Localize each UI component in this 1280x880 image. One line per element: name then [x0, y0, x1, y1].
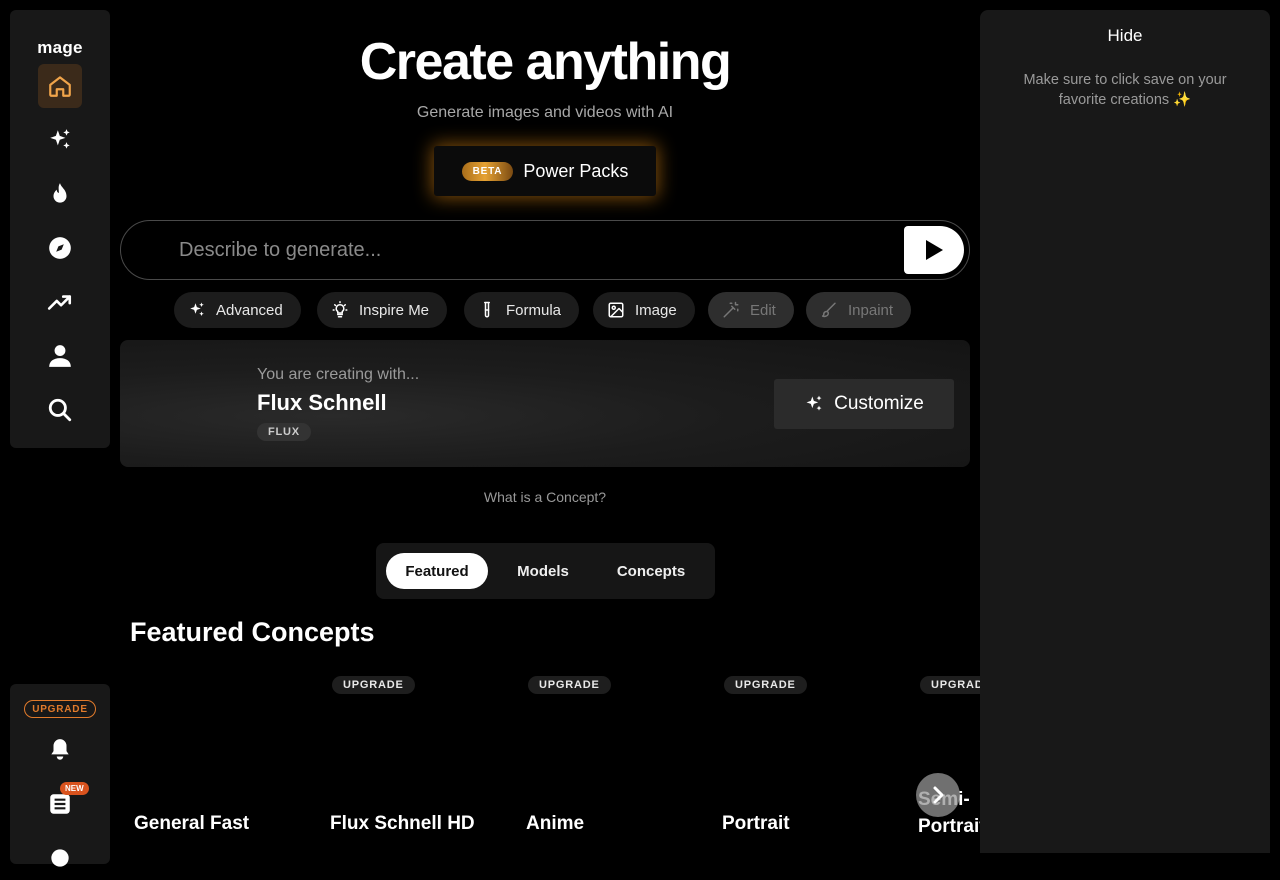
tab-concepts[interactable]: Concepts — [600, 553, 702, 589]
beta-badge: BETA — [461, 161, 514, 181]
sidebar: mage — [10, 10, 110, 448]
nav-trending-button[interactable] — [38, 280, 82, 324]
edit-label: Edit — [750, 301, 776, 319]
carousel-next-button[interactable] — [916, 773, 960, 817]
app-logo[interactable]: mage — [10, 38, 110, 58]
brush-icon — [821, 302, 836, 318]
gear-icon — [51, 849, 69, 867]
section-title: Featured Concepts — [130, 617, 375, 647]
page-subtitle: Generate images and videos with AI — [416, 104, 674, 121]
inpaint-button[interactable]: Inpaint — [806, 292, 912, 328]
nav-search-button[interactable] — [38, 388, 82, 432]
compass-icon — [49, 237, 71, 259]
concept-tag: FLUX — [257, 423, 311, 441]
lightbulb-icon — [332, 301, 348, 318]
advanced-label: Advanced — [216, 301, 283, 319]
trending-icon — [47, 295, 72, 310]
notifications-button[interactable] — [38, 728, 82, 772]
upgrade-badge: UPGRADE — [332, 676, 415, 694]
sidebar-bottom: UPGRADE NEW — [10, 684, 110, 867]
concept-card[interactable]: UPGRADE Flux Schnell HD — [326, 673, 506, 853]
inpaint-label: Inpaint — [848, 301, 894, 319]
fire-icon — [53, 183, 67, 203]
home-icon — [49, 76, 71, 97]
concept-card[interactable]: UPGRADE Portrait — [718, 673, 898, 853]
concept-card-name: General Fast — [134, 813, 250, 834]
upgrade-badge: UPGRADE — [528, 676, 611, 694]
customize-label: Customize — [834, 393, 924, 414]
nav-explore-button[interactable] — [38, 226, 82, 270]
customize-button[interactable]: Customize — [774, 379, 954, 429]
inspire-me-label: Inspire Me — [359, 301, 430, 319]
sparkles-icon — [50, 129, 70, 149]
tab-models[interactable]: Models — [500, 553, 586, 589]
creating-with-label: You are creating with... — [257, 366, 420, 383]
power-packs-label: Power Packs — [523, 160, 629, 181]
current-concept-card: You are creating with... Flux Schnell FL… — [120, 340, 970, 467]
sparkles-icon — [806, 395, 822, 411]
formula-label: Formula — [506, 301, 562, 319]
upgrade-badge: UPGRADE — [920, 676, 980, 694]
concept-name: Flux Schnell — [257, 390, 387, 415]
concept-card-name: Flux Schnell HD — [330, 813, 475, 834]
sparkles-icon — [190, 302, 204, 316]
image-label: Image — [635, 301, 677, 319]
main-content: Create anything Generate images and vide… — [120, 0, 980, 853]
nav-hot-button[interactable] — [38, 172, 82, 216]
upgrade-badge: UPGRADE — [724, 676, 807, 694]
concept-card[interactable]: UPGRADE Semi-Portrait — [914, 673, 980, 853]
concept-card-name: Anime — [526, 813, 585, 834]
concept-card[interactable]: General Fast — [130, 673, 310, 853]
creations-panel: Hide Make sure to click save on your fav… — [980, 10, 1270, 853]
power-packs-button[interactable]: BETA Power Packs — [434, 146, 656, 196]
page-title: Create anything — [359, 33, 732, 91]
inspire-me-button[interactable]: Inspire Me — [317, 292, 448, 328]
search-icon — [48, 398, 72, 422]
formula-button[interactable]: Formula — [464, 292, 580, 328]
settings-button[interactable] — [38, 836, 82, 880]
what-is-concept-link[interactable]: What is a Concept? — [120, 489, 970, 505]
concept-card-name: Portrait — [722, 813, 790, 834]
bell-icon — [51, 739, 69, 760]
prompt-bar — [120, 220, 970, 280]
nav-home-button[interactable] — [38, 64, 82, 108]
save-reminder-text: Make sure to click save on your favorite… — [1023, 72, 1227, 108]
tab-featured[interactable]: Featured — [386, 553, 488, 589]
edit-button[interactable]: Edit — [708, 292, 794, 328]
concept-carousel: General Fast UPGRADE Flux Schnell HD UPG… — [120, 670, 980, 853]
prompt-input[interactable] — [179, 235, 879, 265]
generate-button[interactable] — [904, 226, 964, 274]
nav-profile-button[interactable] — [38, 334, 82, 378]
magic-wand-icon — [723, 301, 739, 318]
image-icon — [608, 302, 624, 318]
hide-panel-button[interactable]: Hide — [980, 26, 1270, 46]
play-icon — [926, 240, 943, 260]
user-icon — [49, 345, 71, 367]
nav-create-button[interactable] — [38, 118, 82, 162]
new-badge: NEW — [60, 782, 89, 795]
upgrade-button[interactable]: UPGRADE — [24, 700, 96, 718]
image-button[interactable]: Image — [593, 292, 695, 328]
category-tabs: Featured Models Concepts — [376, 543, 715, 599]
test-tube-icon — [484, 301, 490, 318]
concept-card[interactable]: UPGRADE Anime — [522, 673, 702, 853]
advanced-button[interactable]: Advanced — [174, 292, 301, 328]
chevron-right-icon — [933, 786, 944, 804]
